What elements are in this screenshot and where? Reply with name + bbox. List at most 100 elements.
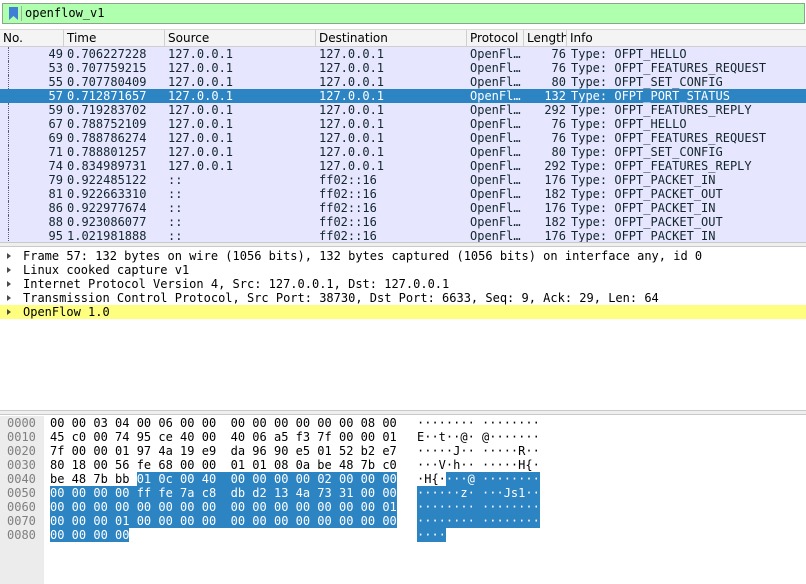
table-row[interactable]: 55 0.707780409 127.0.0.1 127.0.0.1 OpenFl… 80…: [0, 75, 806, 89]
column-header-destination[interactable]: Destination: [316, 30, 467, 47]
packet-destination: 127.0.0.1: [319, 75, 385, 89]
packet-destination: 127.0.0.1: [319, 159, 385, 173]
table-row[interactable]: 49 0.706227228 127.0.0.1 127.0.0.1 OpenFl… 76…: [0, 47, 806, 61]
packet-info: Type: OFPT_HELLO: [571, 117, 687, 131]
column-header-source[interactable]: Source: [165, 30, 316, 47]
hex-bytes[interactable]: 00 00 00 00 00 00 00 00 00 00 00 00 00 0…: [50, 500, 397, 514]
column-header-length[interactable]: Length: [524, 30, 567, 47]
table-row[interactable]: 69 0.788786274 127.0.0.1 127.0.0.1 OpenFl… 76…: [0, 131, 806, 145]
ascii-bytes[interactable]: ·····J·· ·····R··: [417, 444, 540, 458]
ascii-bytes[interactable]: ·H{····@ ········: [417, 472, 540, 486]
byte-row[interactable]: 0070 00 00 00 01 00 00 00 00 00 00 00 00 …: [0, 514, 806, 528]
byte-row[interactable]: 0040 be 48 7b bb 01 0c 00 40 00 00 00 00 …: [0, 472, 806, 486]
packet-no: 55: [48, 75, 63, 89]
packet-protocol: OpenFl…: [470, 89, 521, 103]
expand-arrow-icon[interactable]: [7, 281, 11, 287]
hex-bytes[interactable]: 45 c0 00 74 95 ce 40 00 40 06 a5 f3 7f 0…: [50, 430, 397, 444]
ascii-bytes[interactable]: ······z· ···Js1··: [417, 486, 540, 500]
hex-bytes[interactable]: 00 00 00 00 ff fe 7a c8 db d2 13 4a 73 3…: [50, 486, 397, 500]
column-header-info[interactable]: Info: [567, 30, 806, 47]
packet-source: 127.0.0.1: [168, 159, 234, 173]
byte-row[interactable]: 0050 00 00 00 00 ff fe 7a c8 db d2 13 4a …: [0, 486, 806, 500]
detail-tree-item[interactable]: OpenFlow 1.0: [0, 305, 806, 319]
ascii-bytes[interactable]: ········ ········: [417, 416, 540, 430]
packet-destination: ff02::16: [319, 215, 377, 229]
packet-source: 127.0.0.1: [168, 145, 234, 159]
hex-bytes[interactable]: 00 00 03 04 00 06 00 00 00 00 00 00 00 0…: [50, 416, 397, 430]
packet-bytes-pane[interactable]: 0000 00 00 03 04 00 06 00 00 00 00 00 00 …: [0, 416, 806, 584]
packet-source: ::: [168, 173, 183, 187]
expand-arrow-icon[interactable]: [7, 295, 11, 301]
hex-bytes[interactable]: be 48 7b bb 01 0c 00 40 00 00 00 00 02 0…: [50, 472, 397, 486]
ascii-bytes[interactable]: ····: [417, 528, 446, 542]
table-row[interactable]: 86 0.922977674:: ff02::16 OpenFl… 176 Type: O…: [0, 201, 806, 215]
packet-protocol: OpenFl…: [470, 103, 521, 117]
table-row[interactable]: 81 0.922663310:: ff02::16 OpenFl… 182 Type: O…: [0, 187, 806, 201]
packet-length: 176: [544, 173, 566, 187]
detail-tree-item[interactable]: Frame 57: 132 bytes on wire (1056 bits),…: [0, 249, 806, 263]
detail-tree-item[interactable]: Internet Protocol Version 4, Src: 127.0.…: [0, 277, 806, 291]
packet-protocol: OpenFl…: [470, 173, 521, 187]
byte-row[interactable]: 0060 00 00 00 00 00 00 00 00 00 00 00 00 …: [0, 500, 806, 514]
display-filter-input[interactable]: openflow_v1: [2, 3, 805, 24]
detail-tree-item[interactable]: Transmission Control Protocol, Src Port:…: [0, 291, 806, 305]
expand-arrow-icon[interactable]: [7, 267, 11, 273]
ascii-bytes[interactable]: ···V·h·· ·····H{·: [417, 458, 540, 472]
table-row[interactable]: 88 0.923086077:: ff02::16 OpenFl… 182 Type: O…: [0, 215, 806, 229]
packet-list[interactable]: 49 0.706227228 127.0.0.1 127.0.0.1 OpenFl… 76…: [0, 47, 806, 243]
packet-time: 0.788752109: [67, 117, 147, 131]
filter-text: openflow_v1: [25, 6, 105, 20]
table-row[interactable]: 71 0.788801257 127.0.0.1 127.0.0.1 OpenFl… 80…: [0, 145, 806, 159]
packet-time: 0.788786274: [67, 131, 147, 145]
hex-segment-selected: 00 00 00 00 ff fe 7a c8 db d2 13 4a 73 3…: [50, 486, 397, 500]
hex-bytes[interactable]: 7f 00 00 01 97 4a 19 e9 da 96 90 e5 01 5…: [50, 444, 397, 458]
byte-row[interactable]: 0030 80 18 00 56 fe 68 00 00 01 01 08 0a …: [0, 458, 806, 472]
packet-destination: 127.0.0.1: [319, 131, 385, 145]
column-header-time[interactable]: Time: [64, 30, 165, 47]
table-row[interactable]: 67 0.788752109 127.0.0.1 127.0.0.1 OpenFl… 76…: [0, 117, 806, 131]
packet-protocol: OpenFl…: [470, 131, 521, 145]
packet-info: Type: OFPT_PACKET_OUT: [571, 187, 723, 201]
byte-row[interactable]: 0010 45 c0 00 74 95 ce 40 00 40 06 a5 f3 …: [0, 430, 806, 444]
byte-row[interactable]: 0000 00 00 03 04 00 06 00 00 00 00 00 00 …: [0, 416, 806, 430]
ascii-bytes[interactable]: ········ ········: [417, 500, 540, 514]
packet-no: 59: [48, 103, 63, 117]
expand-arrow-icon[interactable]: [7, 309, 11, 315]
packet-no: 69: [48, 131, 63, 145]
hex-bytes[interactable]: 00 00 00 00: [50, 528, 130, 542]
packet-length: 76: [551, 117, 566, 131]
table-row[interactable]: 95 1.021981888:: ff02::16 OpenFl… 176 Type: O…: [0, 229, 806, 243]
column-header-protocol[interactable]: Protocol: [467, 30, 524, 47]
packet-length: 176: [544, 229, 566, 243]
table-row[interactable]: 59 0.719283702 127.0.0.1 127.0.0.1 OpenFl… 29…: [0, 103, 806, 117]
packet-list-header: No. Time Source Destination Protocol Len…: [0, 29, 806, 47]
packet-details-pane[interactable]: Frame 57: 132 bytes on wire (1056 bits),…: [0, 247, 806, 411]
byte-row[interactable]: 0080 00 00 00 00 ····: [0, 528, 806, 542]
table-row[interactable]: 79 0.922485122:: ff02::16 OpenFl… 176 Type: O…: [0, 173, 806, 187]
expand-arrow-icon[interactable]: [7, 253, 11, 259]
packet-no: 86: [48, 201, 63, 215]
table-row-selected[interactable]: 57 0.712871657 127.0.0.1 127.0.0.1 OpenFl… 13…: [0, 89, 806, 103]
packet-source: ::: [168, 201, 183, 215]
packet-source: 127.0.0.1: [168, 61, 234, 75]
packet-length: 182: [544, 187, 566, 201]
hex-bytes[interactable]: 00 00 00 01 00 00 00 00 00 00 00 00 00 0…: [50, 514, 397, 528]
packet-destination: 127.0.0.1: [319, 103, 385, 117]
ascii-bytes[interactable]: ········ ········: [417, 514, 540, 528]
byte-offset: 0060: [7, 500, 36, 514]
column-header-no[interactable]: No.: [0, 30, 64, 47]
packet-protocol: OpenFl…: [470, 47, 521, 61]
pane-splitter-bottom[interactable]: [0, 410, 806, 415]
packet-source: 127.0.0.1: [168, 47, 234, 61]
packet-source: 127.0.0.1: [168, 75, 234, 89]
filter-bookmark-button[interactable]: [6, 6, 22, 21]
table-row[interactable]: 74 0.834989731 127.0.0.1 127.0.0.1 OpenFl… 29…: [0, 159, 806, 173]
hex-segment-selected: 00 00 00 01 00 00 00 00 00 00 00 00 00 0…: [50, 514, 397, 528]
byte-row[interactable]: 0020 7f 00 00 01 97 4a 19 e9 da 96 90 e5 …: [0, 444, 806, 458]
detail-tree-item[interactable]: Linux cooked capture v1: [0, 263, 806, 277]
table-row[interactable]: 53 0.707759215 127.0.0.1 127.0.0.1 OpenFl… 76…: [0, 61, 806, 75]
packet-source: 127.0.0.1: [168, 131, 234, 145]
ascii-bytes[interactable]: E··t··@· @·······: [417, 430, 540, 444]
byte-offset: 0040: [7, 472, 36, 486]
hex-bytes[interactable]: 80 18 00 56 fe 68 00 00 01 01 08 0a be 4…: [50, 458, 397, 472]
